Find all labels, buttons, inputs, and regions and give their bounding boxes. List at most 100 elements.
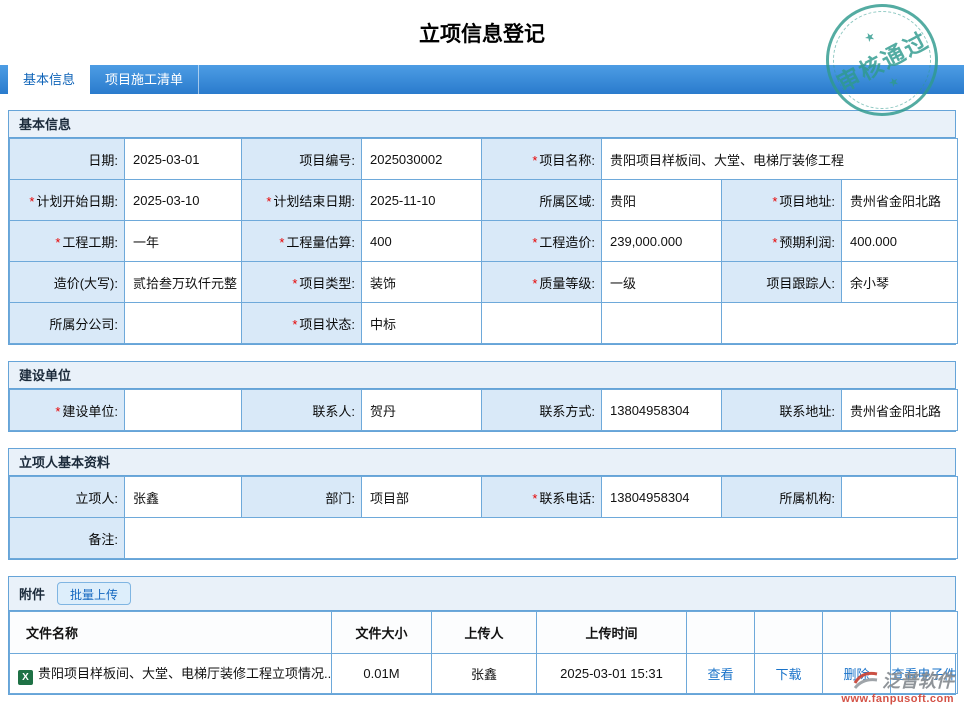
project-initiation-page: 立项信息登记 基本信息 项目施工清单 基本信息 日期: 2025-03-01 项… [0, 0, 964, 708]
column-action [754, 611, 823, 654]
section-construction-unit: 建设单位 * 建设单位: 联系人: 贺丹 联系方式: 13804958304 联系… [8, 361, 958, 432]
column-uploader: 上传人 [431, 611, 537, 654]
label-project-duration: * 工程工期: [9, 220, 125, 262]
label-text: 工程量估算: [286, 234, 355, 250]
file-uploader: 张鑫 [431, 653, 537, 694]
label-branch-company: 所属分公司: [9, 302, 125, 344]
form-row: * 建设单位: 联系人: 贺丹 联系方式: 13804958304 联系地址: 贵… [9, 389, 958, 431]
form-row: * 工程工期: 一年 * 工程量估算: 400 * 工程造价: 239,000.000… [9, 220, 959, 262]
required-marker: * [532, 490, 538, 506]
column-action [890, 611, 958, 654]
label-quality-grade: * 质量等级: [481, 261, 602, 303]
form-row: 日期: 2025-03-01 项目编号: 2025030002 * 项目名称: 贵… [9, 138, 959, 180]
label-contact-person: 联系人: [241, 389, 362, 431]
attachments-table: 文件名称 文件大小 上传人 上传时间 X 贵阳项目样板间、大堂、电梯厅装修工程立项… [9, 611, 958, 694]
download-link[interactable]: 下载 [775, 667, 801, 682]
file-upload-time: 2025-03-01 15:31 [536, 653, 687, 694]
label-date: 日期: [9, 138, 125, 180]
value-project-name: 贵阳项目样板间、大堂、电梯厅装修工程 [600, 138, 959, 180]
basic-info-table: 日期: 2025-03-01 项目编号: 2025030002 * 项目名称: 贵… [9, 138, 959, 344]
basic-info-header: 基本信息 [9, 111, 955, 138]
value-quality-grade: 一级 [601, 261, 722, 303]
label-organization: 所属机构: [721, 476, 842, 518]
required-marker: * [772, 234, 778, 250]
form-row: 备注: [9, 517, 958, 559]
value-project-cost: 239,000.000 [601, 220, 722, 262]
value-quantity-estimate: 400 [361, 220, 482, 262]
value-project-tracker: 余小琴 [840, 261, 959, 303]
label-text: 计划开始日期: [36, 193, 118, 209]
required-marker: * [532, 234, 538, 250]
label-contact-address: 联系地址: [721, 389, 842, 431]
value-project-number: 2025030002 [361, 138, 482, 180]
value-remarks [124, 517, 958, 559]
section-attachments: 附件 批量上传 文件名称 文件大小 上传人 上传时间 X 贵阳项目样板间、大堂、电… [8, 576, 958, 695]
value-date: 2025-03-01 [124, 138, 242, 180]
label-text: 预期利润: [779, 234, 835, 250]
required-marker: * [279, 234, 285, 250]
label-plan-end-date: * 计划结束日期: [241, 179, 362, 221]
label-contact-method: 联系方式: [481, 389, 602, 431]
required-marker: * [532, 152, 538, 168]
label-project-cost: * 工程造价: [481, 220, 602, 262]
view-file-link[interactable]: 查看电子件 [892, 667, 957, 682]
value-region: 贵阳 [601, 179, 722, 221]
label-initiator: 立项人: [9, 476, 125, 518]
label-text: 工程工期: [62, 234, 118, 250]
label-text: 质量等级: [539, 275, 595, 291]
delete-link[interactable]: 删除 [843, 667, 869, 682]
label-text: 联系电话: [539, 490, 595, 506]
file-name-cell: X 贵阳项目样板间、大堂、电梯厅装修工程立项情况... [9, 653, 332, 694]
required-marker: * [29, 193, 35, 209]
label-project-number: 项目编号: [241, 138, 362, 180]
excel-file-icon: X [18, 669, 33, 685]
value-project-duration: 一年 [124, 220, 242, 262]
value-contact-person: 贺丹 [361, 389, 482, 431]
attachment-row: X 贵阳项目样板间、大堂、电梯厅装修工程立项情况... 0.01M 张鑫 2025… [9, 653, 958, 694]
label-text: 项目地址: [779, 193, 835, 209]
value-expected-profit: 400.000 [840, 220, 959, 262]
value-project-address: 贵州省金阳北路 [840, 179, 959, 221]
value-contact-phone: 13804958304 [601, 476, 722, 518]
tab-construction-list[interactable]: 项目施工清单 [90, 65, 200, 94]
value-initiator: 张鑫 [124, 476, 242, 518]
tab-basic-info[interactable]: 基本信息 [8, 65, 91, 94]
value-construction-unit [124, 389, 242, 431]
section-initiator-info: 立项人基本资料 立项人: 张鑫 部门: 项目部 * 联系电话: 138049583… [8, 448, 958, 560]
page-title: 立项信息登记 [419, 23, 545, 46]
action-cell: 查看 [686, 653, 755, 694]
form-row: 立项人: 张鑫 部门: 项目部 * 联系电话: 13804958304 所属机构: [9, 476, 958, 518]
value-department: 项目部 [361, 476, 482, 518]
required-marker: * [55, 234, 61, 250]
view-link[interactable]: 查看 [707, 667, 733, 682]
empty-cell [601, 302, 722, 344]
empty-cell [720, 302, 959, 344]
required-marker: * [55, 403, 61, 419]
attachments-title: 附件 [19, 587, 46, 602]
label-expected-profit: * 预期利润: [721, 220, 842, 262]
file-name: 贵阳项目样板间、大堂、电梯厅装修工程立项情况... [38, 665, 332, 681]
required-marker: * [532, 275, 538, 291]
column-file-size: 文件大小 [331, 611, 432, 654]
label-quantity-estimate: * 工程量估算: [241, 220, 362, 262]
required-marker: * [292, 275, 298, 291]
value-plan-start-date: 2025-03-10 [124, 179, 242, 221]
construction-unit-table: * 建设单位: 联系人: 贺丹 联系方式: 13804958304 联系地址: 贵… [9, 389, 958, 431]
value-contact-address: 贵州省金阳北路 [841, 389, 958, 431]
value-project-status: 中标 [361, 302, 482, 344]
label-text: 工程造价: [539, 234, 595, 250]
label-project-address: * 项目地址: [721, 179, 842, 221]
column-upload-time: 上传时间 [536, 611, 687, 654]
required-marker: * [266, 193, 272, 209]
batch-upload-button[interactable]: 批量上传 [57, 582, 132, 605]
action-cell: 下载 [754, 653, 823, 694]
label-project-type: * 项目类型: [241, 261, 362, 303]
label-contact-phone: * 联系电话: [481, 476, 602, 518]
value-branch-company [124, 302, 242, 344]
label-text: 项目名称: [539, 152, 595, 168]
action-cell: 删除 [822, 653, 891, 694]
form-row: 所属分公司: * 项目状态: 中标 [9, 302, 959, 344]
section-basic-info: 基本信息 日期: 2025-03-01 项目编号: 2025030002 * 项目… [8, 110, 959, 345]
required-marker: * [772, 193, 778, 209]
label-project-status: * 项目状态: [241, 302, 362, 344]
